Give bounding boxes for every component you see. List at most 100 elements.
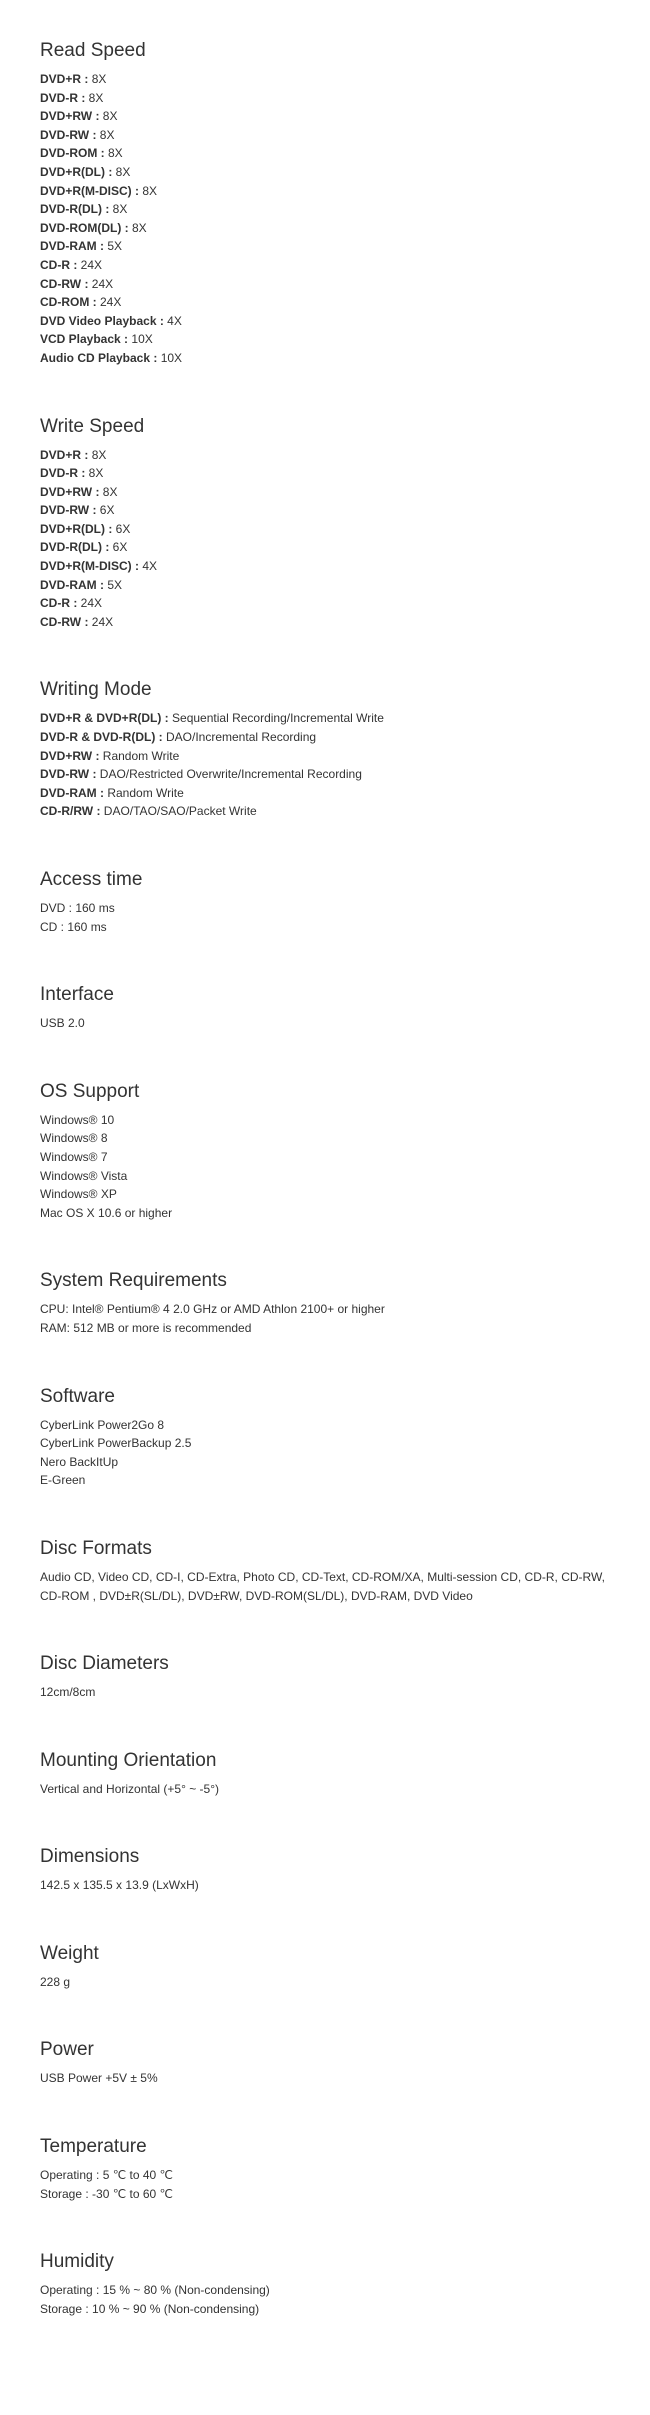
section-title: Dimensions xyxy=(40,1846,610,1868)
spec-text: Nero BackItUp xyxy=(40,1453,610,1472)
spec-line: DVD Video Playback : 4X xyxy=(40,312,610,331)
spec-value: 24X xyxy=(81,596,102,610)
spec-value: 8X xyxy=(103,485,118,499)
spec-label: DVD+R xyxy=(40,72,81,86)
spec-separator: : xyxy=(161,711,172,725)
spec-line: Audio CD Playback : 10X xyxy=(40,349,610,368)
spec-value: DAO/TAO/SAO/Packet Write xyxy=(104,804,257,818)
spec-line: DVD-ROM(DL) : 8X xyxy=(40,219,610,238)
spec-value: 6X xyxy=(116,522,131,536)
spec-value: 5X xyxy=(107,578,122,592)
spec-value: 4X xyxy=(167,314,182,328)
spec-text: Audio CD, Video CD, CD-I, CD-Extra, Phot… xyxy=(40,1568,610,1605)
section-title: Writing Mode xyxy=(40,679,610,701)
spec-label: DVD-RW xyxy=(40,767,89,781)
spec-text: CD : 160 ms xyxy=(40,918,610,937)
spec-text: Operating : 5 ℃ to 40 ℃ xyxy=(40,2166,610,2185)
spec-value: DAO/Restricted Overwrite/Incremental Rec… xyxy=(100,767,362,781)
section-title: Weight xyxy=(40,1943,610,1965)
spec-separator: : xyxy=(92,749,103,763)
spec-section: TemperatureOperating : 5 ℃ to 40 ℃Storag… xyxy=(40,2136,610,2203)
spec-section: Dimensions 142.5 x 135.5 x 13.9 (LxWxH) xyxy=(40,1846,610,1895)
spec-label: DVD-R xyxy=(40,466,78,480)
spec-label: DVD+R(M-DISC) xyxy=(40,184,132,198)
spec-text: Windows® 8 xyxy=(40,1129,610,1148)
spec-text: RAM: 512 MB or more is recommended xyxy=(40,1319,610,1338)
spec-line: DVD-R & DVD-R(DL) : DAO/Incremental Reco… xyxy=(40,728,610,747)
spec-separator: : xyxy=(105,165,116,179)
spec-section: Read SpeedDVD+R : 8XDVD-R : 8XDVD+RW : 8… xyxy=(40,40,610,368)
spec-separator: : xyxy=(97,239,108,253)
spec-separator: : xyxy=(81,615,92,629)
section-title: System Requirements xyxy=(40,1270,610,1292)
spec-line: DVD+R(M-DISC) : 4X xyxy=(40,557,610,576)
spec-value: DAO/Incremental Recording xyxy=(166,730,316,744)
spec-separator: : xyxy=(70,258,81,272)
section-title: Write Speed xyxy=(40,416,610,438)
spec-label: DVD-R xyxy=(40,91,78,105)
spec-separator: : xyxy=(132,184,143,198)
spec-line: DVD-R(DL) : 6X xyxy=(40,538,610,557)
spec-sheet: Read SpeedDVD+R : 8XDVD-R : 8XDVD+RW : 8… xyxy=(40,40,610,2318)
spec-separator: : xyxy=(92,485,103,499)
spec-value: 6X xyxy=(113,540,128,554)
section-title: Power xyxy=(40,2039,610,2061)
spec-label: CD-R xyxy=(40,596,70,610)
spec-section: PowerUSB Power +5V ± 5% xyxy=(40,2039,610,2088)
spec-separator: : xyxy=(102,202,113,216)
spec-text: 142.5 x 135.5 x 13.9 (LxWxH) xyxy=(40,1876,610,1895)
spec-label: CD-R xyxy=(40,258,70,272)
spec-text: Windows® 10 xyxy=(40,1111,610,1130)
spec-text: 228 g xyxy=(40,1973,610,1992)
spec-label: DVD-R(DL) xyxy=(40,202,102,216)
spec-text: Storage : -30 ℃ to 60 ℃ xyxy=(40,2185,610,2204)
spec-value: 10X xyxy=(131,332,152,346)
spec-line: DVD-R : 8X xyxy=(40,89,610,108)
spec-line: CD-R : 24X xyxy=(40,256,610,275)
spec-separator: : xyxy=(81,72,92,86)
spec-text: DVD : 160 ms xyxy=(40,899,610,918)
spec-text: Mac OS X 10.6 or higher xyxy=(40,1204,610,1223)
spec-separator: : xyxy=(78,466,89,480)
spec-separator: : xyxy=(89,295,100,309)
spec-section: Writing Mode DVD+R & DVD+R(DL) : Sequenti… xyxy=(40,679,610,821)
spec-value: 8X xyxy=(132,221,147,235)
spec-value: Random Write xyxy=(103,749,179,763)
spec-value: 8X xyxy=(92,72,107,86)
spec-separator: : xyxy=(89,503,100,517)
spec-value: Sequential Recording/Incremental Write xyxy=(172,711,384,725)
spec-line: DVD+R & DVD+R(DL) : Sequential Recording… xyxy=(40,709,610,728)
spec-value: 24X xyxy=(92,277,113,291)
spec-label: DVD-R & DVD-R(DL) xyxy=(40,730,155,744)
spec-text: CPU: Intel® Pentium® 4 2.0 GHz or AMD At… xyxy=(40,1300,610,1319)
spec-separator: : xyxy=(89,767,100,781)
spec-label: DVD+R(DL) xyxy=(40,522,105,536)
spec-line: DVD-ROM : 8X xyxy=(40,144,610,163)
spec-line: DVD-RAM : Random Write xyxy=(40,784,610,803)
spec-text: Storage : 10 % ~ 90 % (Non-condensing) xyxy=(40,2300,610,2319)
spec-separator: : xyxy=(78,91,89,105)
spec-label: DVD-RW xyxy=(40,503,89,517)
section-title: Humidity xyxy=(40,2251,610,2273)
spec-separator: : xyxy=(97,146,108,160)
spec-section: HumidityOperating : 15 % ~ 80 % (Non-con… xyxy=(40,2251,610,2318)
spec-label: DVD-R(DL) xyxy=(40,540,102,554)
spec-value: 5X xyxy=(107,239,122,253)
spec-section: Disc FormatsAudio CD, Video CD, CD-I, CD… xyxy=(40,1538,610,1605)
spec-section: OS SupportWindows® 10Windows® 8Windows® … xyxy=(40,1081,610,1223)
spec-label: CD-RW xyxy=(40,277,81,291)
section-title: Access time xyxy=(40,869,610,891)
spec-value: 8X xyxy=(89,91,104,105)
spec-label: DVD+R xyxy=(40,448,81,462)
spec-line: DVD+RW : Random Write xyxy=(40,747,610,766)
spec-line: DVD+R(DL) : 8X xyxy=(40,163,610,182)
spec-line: DVD-RW : DAO/Restricted Overwrite/Increm… xyxy=(40,765,610,784)
spec-separator: : xyxy=(132,559,143,573)
spec-value: 24X xyxy=(92,615,113,629)
spec-text: Windows® XP xyxy=(40,1185,610,1204)
spec-section: Write SpeedDVD+R : 8XDVD-R : 8XDVD+RW : … xyxy=(40,416,610,632)
spec-value: 8X xyxy=(108,146,123,160)
spec-line: CD-R : 24X xyxy=(40,594,610,613)
spec-text: USB 2.0 xyxy=(40,1014,610,1033)
spec-line: DVD-R : 8X xyxy=(40,464,610,483)
